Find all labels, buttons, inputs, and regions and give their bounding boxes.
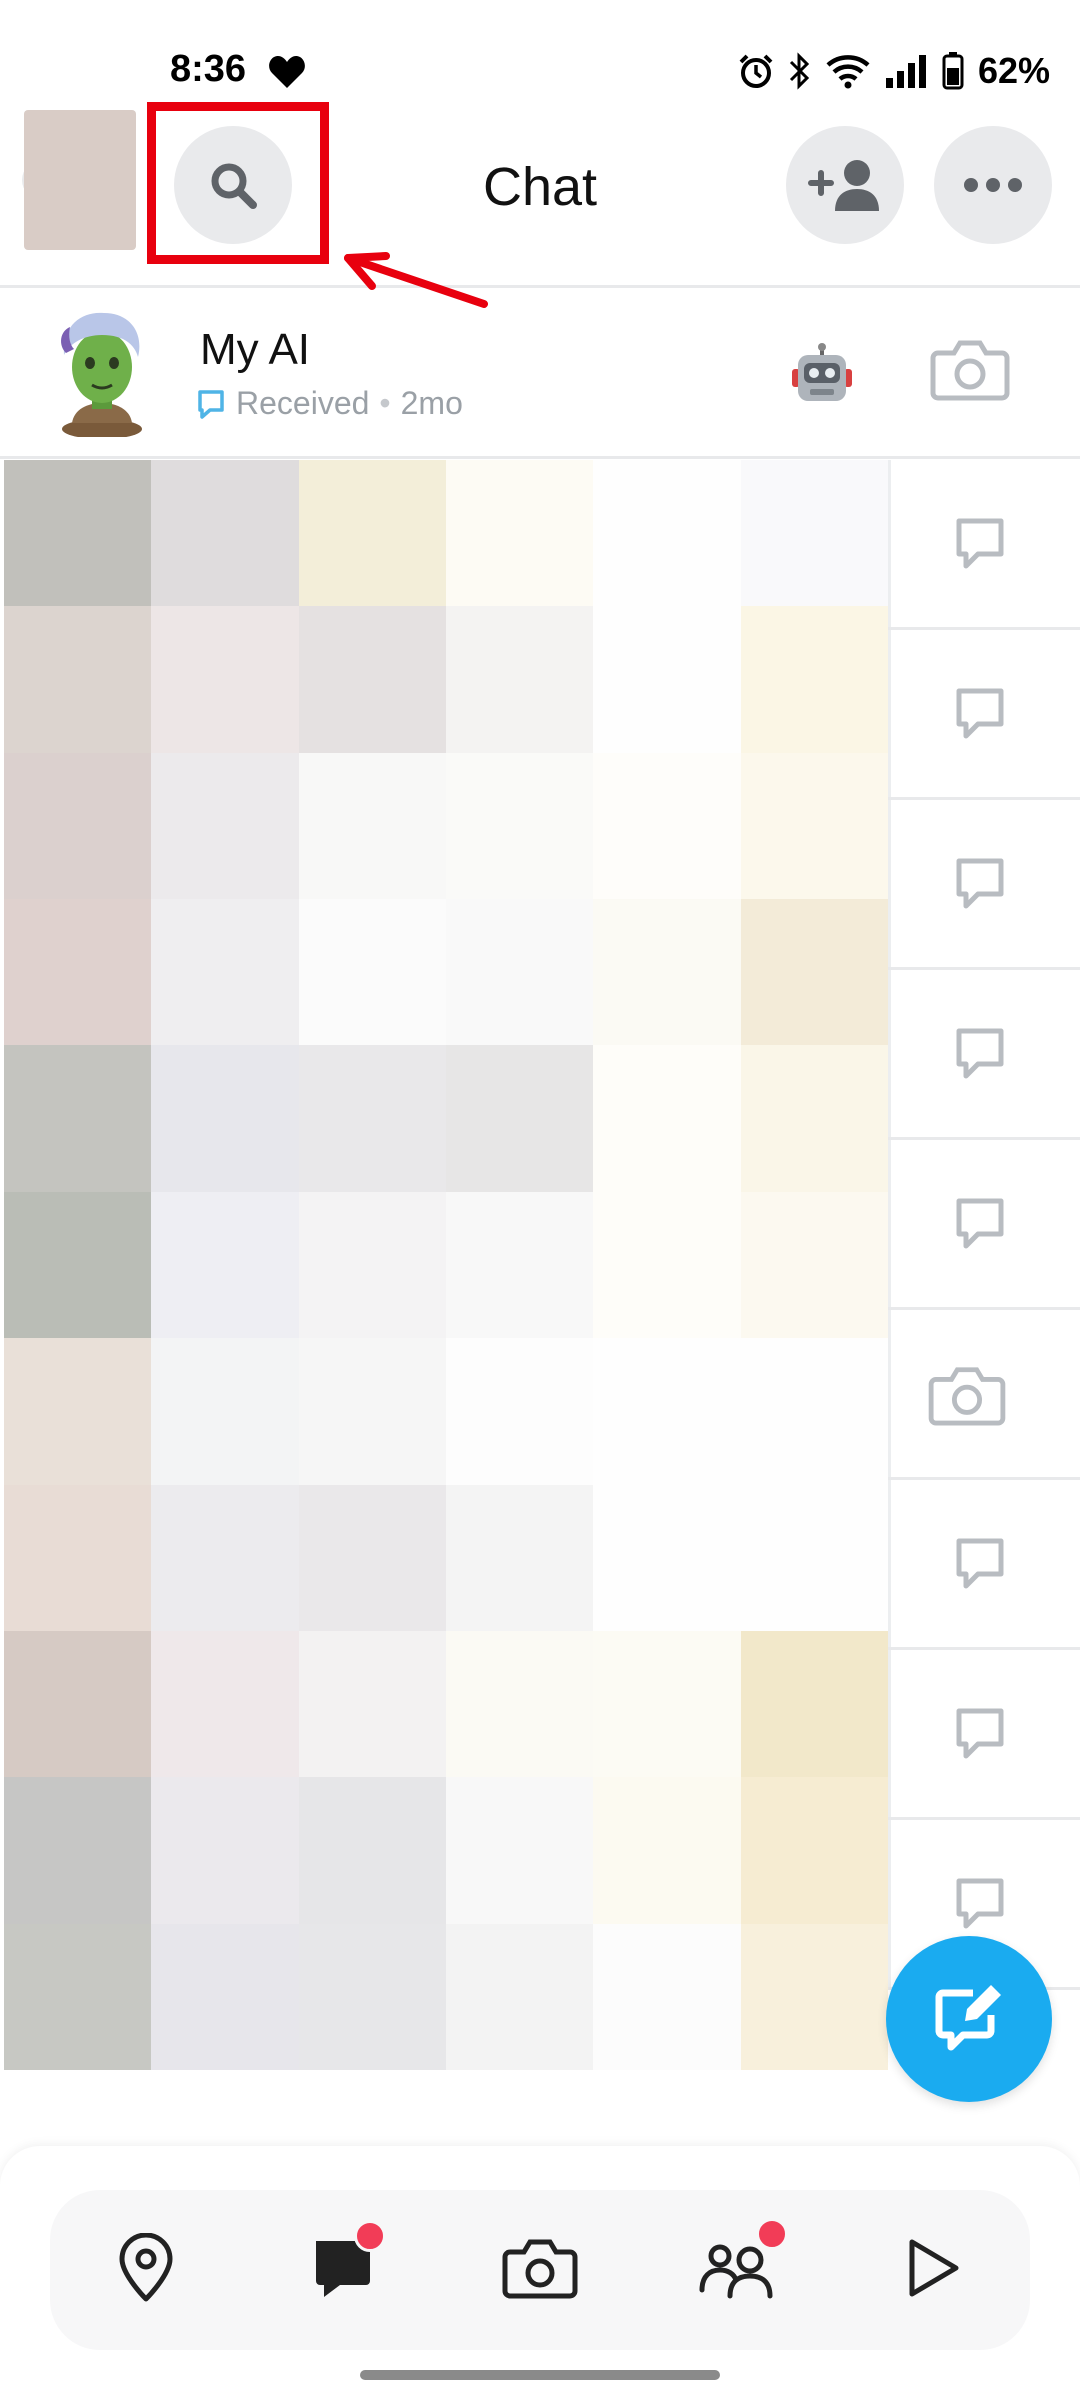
chat-icon <box>956 858 1004 909</box>
spotlight-icon <box>909 2239 959 2297</box>
profile-avatar[interactable] <box>24 110 136 250</box>
chat-header: Chat <box>0 100 1080 308</box>
nav-spotlight[interactable] <box>892 2228 972 2308</box>
status-bar: 8:36 62% <box>0 0 1080 100</box>
status-icons: 62% <box>738 48 1050 94</box>
row-divider <box>888 1310 891 1477</box>
nav-stories[interactable] <box>696 2218 788 2308</box>
page-title: Chat <box>482 157 598 217</box>
row-divider <box>888 1820 891 1987</box>
camera-icon[interactable] <box>930 335 1010 401</box>
chat-status: Received • 2mo <box>196 385 463 422</box>
camera-nav-icon <box>502 2239 578 2299</box>
more-button[interactable] <box>934 126 1052 244</box>
row-divider <box>888 460 891 627</box>
bottom-sheet <box>0 2146 1080 2400</box>
blurred-chat-previews <box>4 460 888 2070</box>
map-icon <box>119 2233 173 2302</box>
chat-icon <box>956 1538 1004 1589</box>
alarm-icon <box>739 54 773 88</box>
nav-chat[interactable] <box>302 2220 386 2308</box>
chat-icon <box>956 518 1004 569</box>
chat-row-action[interactable] <box>888 1650 1080 1820</box>
nav-map[interactable] <box>106 2228 186 2308</box>
bitmoji-avatar <box>61 312 142 437</box>
heart-icon <box>269 56 305 88</box>
row-divider <box>888 800 891 967</box>
chat-icon <box>956 1878 1004 1929</box>
battery-icon <box>942 52 964 90</box>
row-divider <box>888 1140 891 1307</box>
chat-row-action[interactable] <box>888 1140 1080 1310</box>
add-friend-button[interactable] <box>786 126 904 244</box>
new-chat-button[interactable] <box>886 1936 1052 2102</box>
chat-icon <box>956 1198 1004 1249</box>
chat-row-action[interactable] <box>888 970 1080 1140</box>
status-separator: • <box>379 385 391 421</box>
chat-row-action[interactable] <box>888 460 1080 630</box>
compose-icon <box>935 1985 1001 2051</box>
row-divider <box>888 630 891 797</box>
chat-row-my-ai[interactable]: My AI Received • 2mo <box>0 291 1080 459</box>
search-highlight-box <box>147 102 329 264</box>
chat-icon <box>956 1028 1004 1079</box>
add-friend-icon <box>808 160 879 211</box>
chat-row-action[interactable] <box>888 630 1080 800</box>
chat-icon <box>956 1708 1004 1759</box>
row-divider <box>888 1650 891 1817</box>
robot-icon <box>792 343 852 401</box>
chat-row-action[interactable] <box>888 800 1080 970</box>
nav-camera[interactable] <box>500 2228 580 2308</box>
status-text: Received <box>236 385 370 421</box>
chat-icon <box>956 688 1004 739</box>
chat-name: My AI <box>200 325 311 374</box>
battery-percent: 62% <box>977 50 1050 91</box>
signal-icon <box>885 55 926 88</box>
camera-icon <box>928 1367 1006 1426</box>
bluetooth-icon <box>789 52 810 90</box>
chat-notification-badge <box>354 2220 386 2252</box>
bottom-nav <box>50 2190 1030 2350</box>
chat-row-action[interactable] <box>888 1480 1080 1650</box>
stories-notification-badge <box>756 2218 788 2250</box>
chat-row-action[interactable] <box>888 1310 1080 1480</box>
more-icon <box>964 178 1022 192</box>
status-time: 2mo <box>400 385 463 421</box>
row-divider <box>888 970 891 1137</box>
row-divider <box>888 1480 891 1647</box>
wifi-icon <box>826 55 870 89</box>
home-indicator <box>360 2370 720 2380</box>
status-time: 8:36 <box>170 48 247 90</box>
chat-action-column <box>888 460 1080 1990</box>
received-chat-icon <box>198 389 224 419</box>
